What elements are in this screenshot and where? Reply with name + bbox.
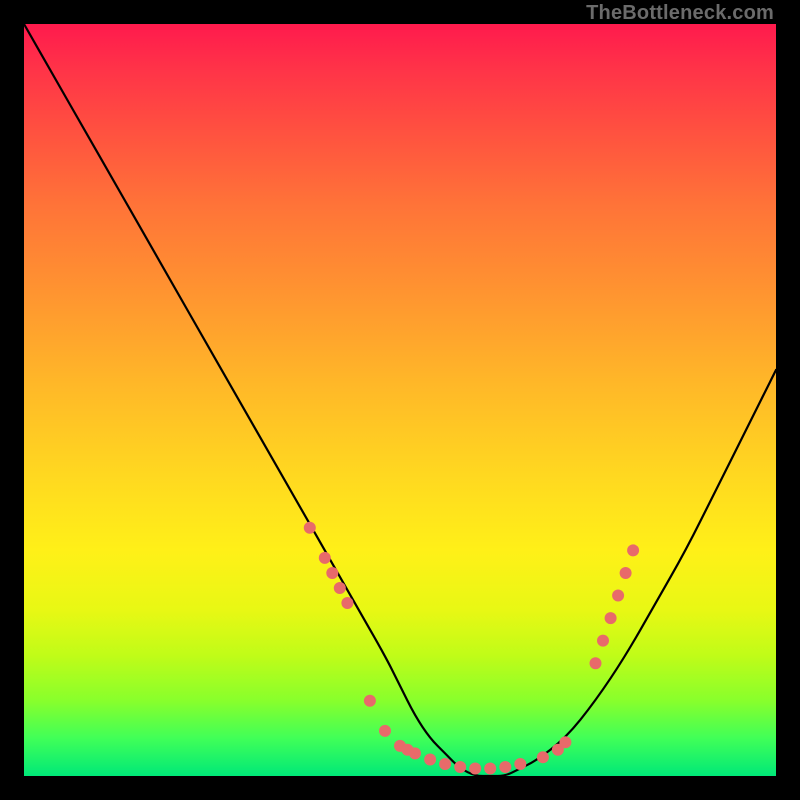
chart-frame: TheBottleneck.com [0, 0, 800, 800]
highlight-dot [605, 612, 617, 624]
highlight-dot [559, 736, 571, 748]
highlight-dot [341, 597, 353, 609]
highlight-dot [304, 522, 316, 534]
highlight-dots [304, 522, 639, 775]
plot-area [24, 24, 776, 776]
highlight-dot [334, 582, 346, 594]
highlight-dot [514, 758, 526, 770]
highlight-dot [409, 747, 421, 759]
highlight-dot [499, 761, 511, 773]
highlight-dot [627, 544, 639, 556]
highlight-dot [364, 695, 376, 707]
highlight-dot [537, 751, 549, 763]
highlight-dot [612, 590, 624, 602]
highlight-dot [379, 725, 391, 737]
highlight-dot [326, 567, 338, 579]
highlight-dot [424, 754, 436, 766]
highlight-dot [439, 758, 451, 770]
highlight-dot [590, 657, 602, 669]
highlight-dot [454, 761, 466, 773]
attribution-text: TheBottleneck.com [586, 2, 774, 25]
highlight-dot [620, 567, 632, 579]
bottleneck-curve [24, 24, 776, 776]
highlight-dot [597, 635, 609, 647]
highlight-dot [319, 552, 331, 564]
curve-svg [24, 24, 776, 776]
highlight-dot [469, 763, 481, 775]
highlight-dot [484, 763, 496, 775]
